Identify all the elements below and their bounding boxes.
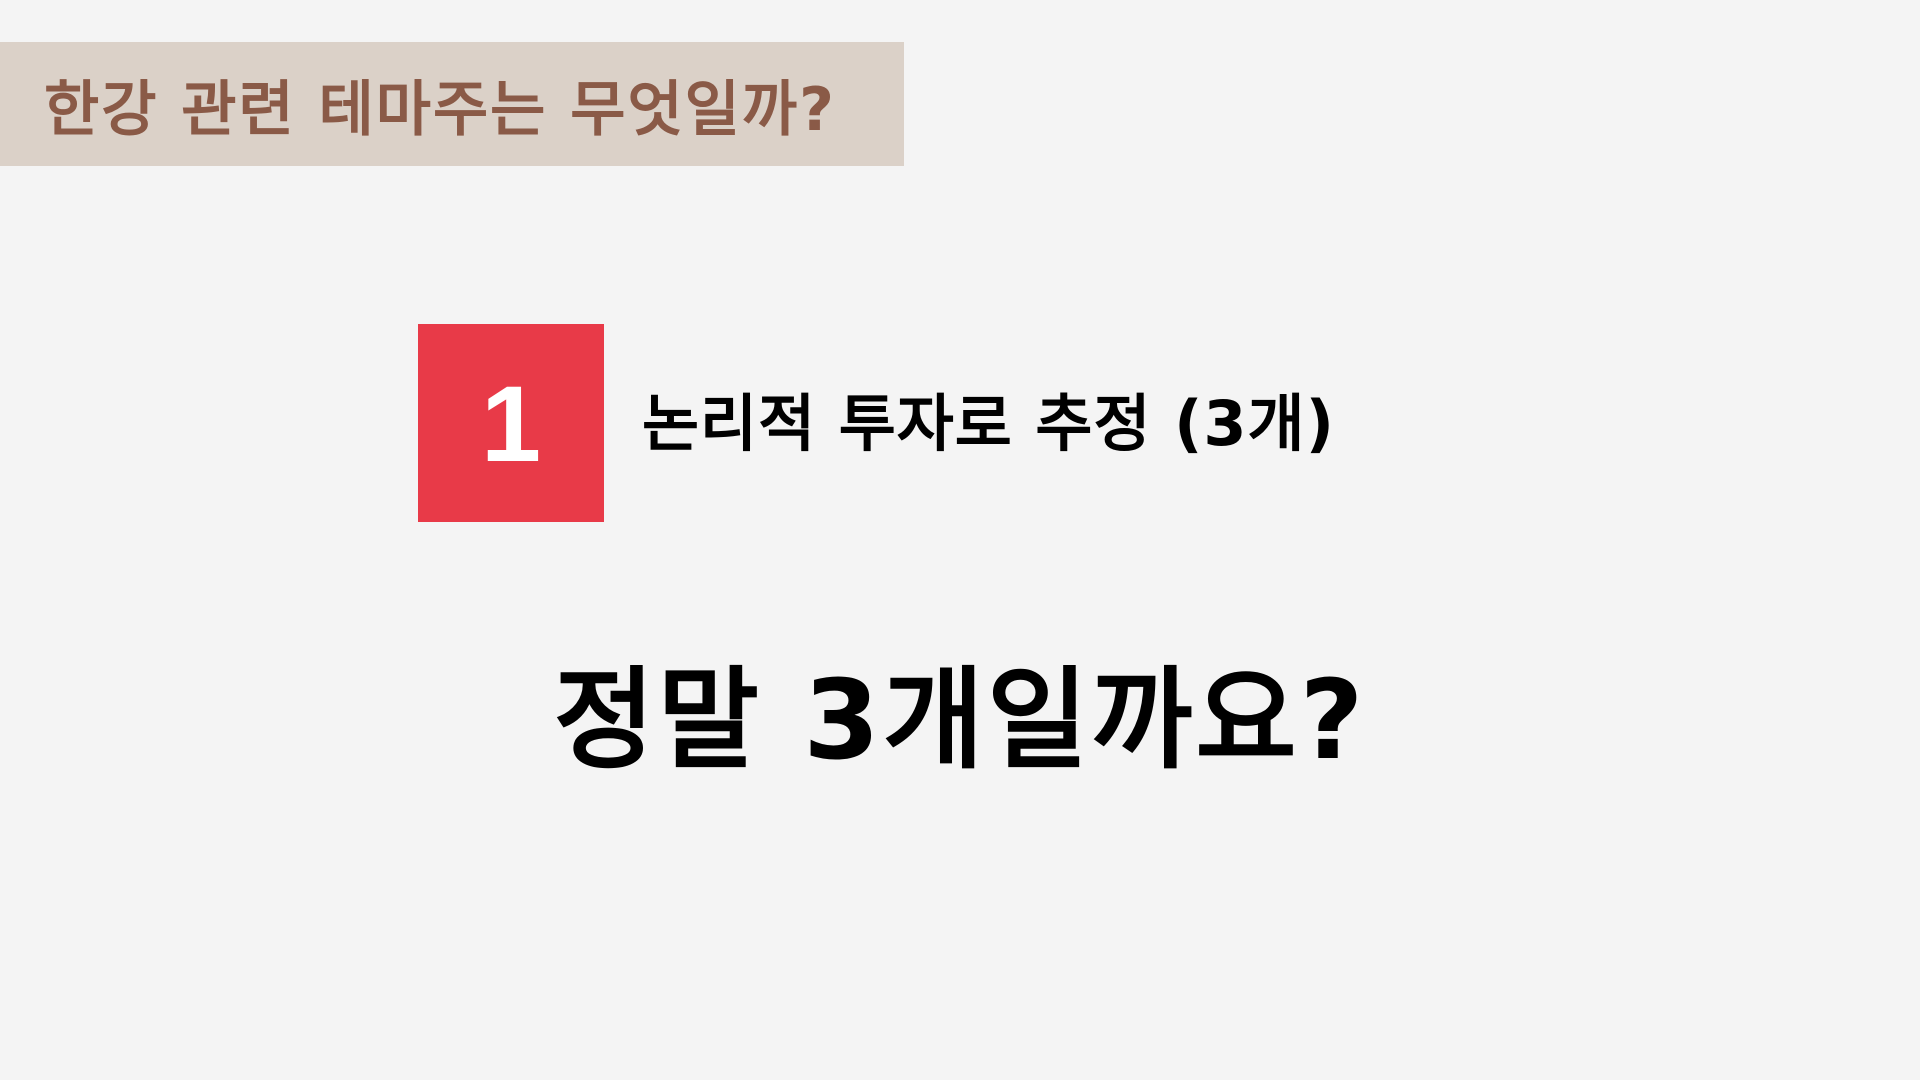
number-badge: 1	[418, 324, 604, 522]
item-label: 논리적 투자로 추정 (3개)	[642, 387, 1335, 460]
badge-number: 1	[480, 362, 542, 484]
slide-title: 한강 관련 테마주는 무엇일까?	[44, 74, 836, 145]
title-bar: 한강 관련 테마주는 무엇일까?	[0, 42, 904, 166]
question-heading: 정말 3개일까요?	[553, 656, 1367, 784]
